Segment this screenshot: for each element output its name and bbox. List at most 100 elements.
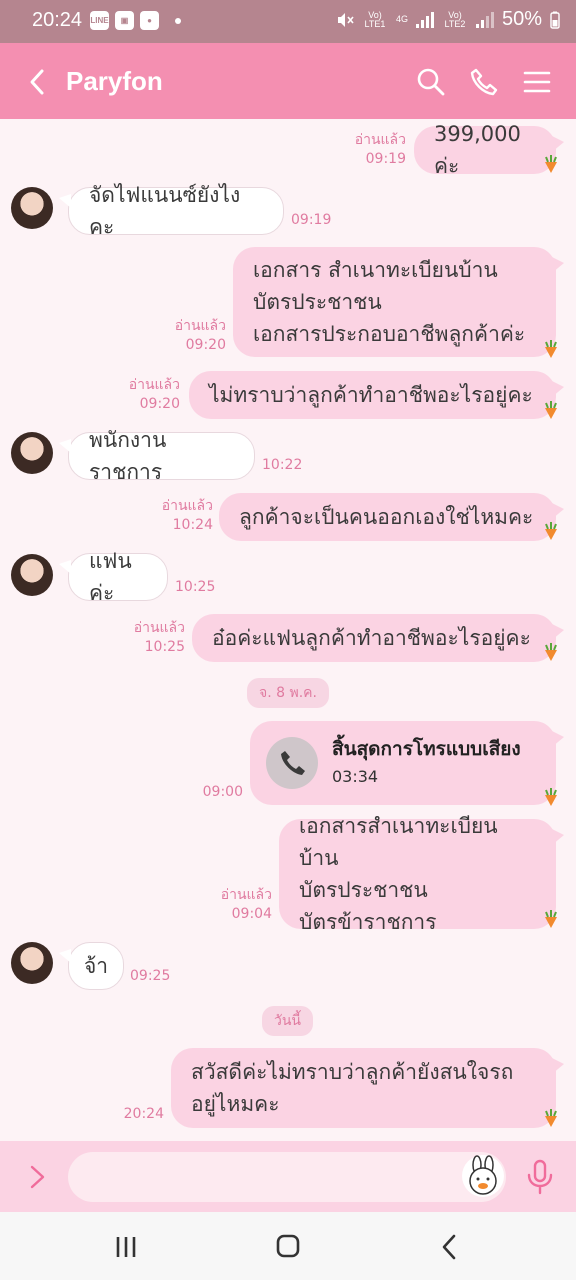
message-text: จัดไฟแนนซ์ยังไงคะ <box>89 183 241 239</box>
search-icon[interactable] <box>414 65 448 99</box>
message-bubble[interactable]: สวัสดีค่ะไม่ทราบว่าลูกค้ายังสนใจรถ อยู่ไ… <box>171 1048 564 1128</box>
message-text: พนักงานราชการ <box>89 428 167 484</box>
read-receipt: อ่านแล้ว <box>128 377 180 393</box>
carrot-icon <box>545 643 557 661</box>
expand-icon[interactable] <box>26 1161 50 1193</box>
message-time: 09:00 <box>202 784 243 800</box>
signal-2-icon <box>475 11 494 28</box>
system-nav-bar <box>0 1212 576 1280</box>
message-bubble[interactable]: อ๋อค่ะแฟนลูกค้าทำอาชีพอะไรอยู่คะ <box>192 614 564 662</box>
nav-back-icon[interactable] <box>430 1230 470 1264</box>
message-time: 20:24 <box>123 1106 164 1122</box>
message-text: ไม่ทราบว่าลูกค้าทำอาชีพอะไรอยู่คะ <box>209 383 533 407</box>
message-time: 09:19 <box>291 212 332 228</box>
message-meta: อ่านแล้ว 09:20 <box>136 317 226 355</box>
status-time: 20:24 <box>32 9 83 31</box>
message-bubble[interactable]: ลูกค้าจะเป็นคนออกเองใช่ไหมคะ <box>219 493 564 541</box>
microphone-icon[interactable] <box>524 1159 556 1195</box>
message-bubble[interactable]: ไม่ทราบว่าลูกค้าทำอาชีพอะไรอยู่คะ <box>189 371 564 419</box>
battery-icon <box>550 11 560 29</box>
message-time: 09:20 <box>185 337 226 353</box>
message-time: 10:25 <box>144 639 185 655</box>
carrot-icon <box>545 340 557 358</box>
message-time: 09:20 <box>139 396 180 412</box>
message-text-line: อยู่ไหมคะ <box>191 1092 280 1116</box>
message-bubble[interactable]: เอกสารสำเนาทะเบียนบ้าน บัตรประชาชน บัตรข… <box>279 814 564 934</box>
signal-1-icon <box>415 11 434 28</box>
message-text-line: บัตรประชาชน <box>253 290 382 314</box>
message-text-line: เอกสารสำเนาทะเบียนบ้าน <box>299 814 498 870</box>
date-divider: วันนี้ <box>262 1006 314 1036</box>
status-bar: 20:24 LINE ▣ ● Vo) LTE1 4G Vo) LTE2 50% <box>0 0 576 43</box>
message-bubble[interactable]: จัดไฟแนนซ์ยังไงคะ <box>59 183 284 239</box>
message-bubble[interactable]: จ้า <box>59 942 124 990</box>
message-meta: อ่านแล้ว 10:24 <box>123 497 213 535</box>
avatar[interactable] <box>11 554 53 596</box>
chat-header: Paryfon <box>0 43 576 119</box>
message-input-bar <box>0 1141 576 1212</box>
read-receipt: อ่านแล้ว <box>174 318 226 334</box>
message-time: 09:25 <box>130 968 171 984</box>
carrot-icon <box>545 155 557 173</box>
record-icon: ● <box>140 11 159 30</box>
message-text: อ๋อค่ะแฟนลูกค้าทำอาชีพอะไรอยู่คะ <box>212 626 531 650</box>
mute-icon <box>337 12 354 27</box>
message-input[interactable] <box>68 1152 506 1202</box>
message-meta: อ่านแล้ว 09:20 <box>90 376 180 414</box>
home-icon[interactable] <box>268 1230 308 1264</box>
carrot-icon <box>545 788 557 806</box>
message-text: 399,000 ค่ะ <box>434 122 521 178</box>
avatar[interactable] <box>11 942 53 984</box>
message-text: แฟนค่ะ <box>89 549 132 605</box>
message-text-line: บัตรประชาชน <box>299 878 428 902</box>
recents-icon[interactable] <box>106 1230 146 1264</box>
menu-icon[interactable] <box>520 65 554 99</box>
sticker-icon[interactable] <box>462 1155 504 1197</box>
avatar[interactable] <box>11 432 53 474</box>
back-icon[interactable] <box>24 65 54 99</box>
message-time: 09:19 <box>365 151 406 167</box>
message-meta: อ่านแล้ว 09:19 <box>316 131 406 169</box>
sim1-label: Vo) LTE1 <box>364 9 386 29</box>
message-time: 10:25 <box>175 579 216 595</box>
more-notifications-icon <box>175 18 181 24</box>
message-time: 09:04 <box>231 906 272 922</box>
message-text: จ้า <box>83 954 109 978</box>
carrot-icon <box>545 1109 557 1127</box>
message-meta: อ่านแล้ว 09:04 <box>182 886 272 924</box>
message-text-line: สวัสดีค่ะไม่ทราบว่าลูกค้ายังสนใจรถ <box>191 1060 514 1084</box>
message-text-line: บัตรข้าราชการ <box>299 910 437 934</box>
sim2-label: Vo) LTE2 <box>444 9 466 29</box>
call-bubble[interactable]: สิ้นสุดการโทรแบบเสียง 03:34 <box>250 721 564 805</box>
message-text: ลูกค้าจะเป็นคนออกเองใช่ไหมคะ <box>239 505 534 529</box>
date-divider: จ. 8 พ.ค. <box>247 678 329 708</box>
line-icon: LINE <box>90 11 109 30</box>
gallery-icon: ▣ <box>115 11 134 30</box>
network-type: 4G <box>395 14 408 24</box>
avatar[interactable] <box>11 187 53 229</box>
call-title: สิ้นสุดการโทรแบบเสียง <box>332 738 521 760</box>
chat-title[interactable]: Paryfon <box>66 66 163 97</box>
message-bubble[interactable]: พนักงานราชการ <box>59 428 255 484</box>
battery-percent: 50% <box>501 8 542 30</box>
carrot-icon <box>545 910 557 928</box>
read-receipt: อ่านแล้ว <box>133 620 185 636</box>
read-receipt: อ่านแล้ว <box>354 132 406 148</box>
message-bubble[interactable]: 399,000 ค่ะ <box>414 122 564 178</box>
carrot-icon <box>545 401 557 419</box>
message-text-line: เอกสารประกอบอาชีพลูกค้าค่ะ <box>253 322 526 346</box>
message-text-line: เอกสาร สำเนาทะเบียนบ้าน <box>253 258 498 282</box>
carrot-icon <box>545 522 557 540</box>
read-receipt: อ่านแล้ว <box>220 887 272 903</box>
call-duration: 03:34 <box>332 767 379 786</box>
message-bubble[interactable]: แฟนค่ะ <box>59 549 168 605</box>
chat-area[interactable]: อ่านแล้ว 09:19 399,000 ค่ะ จัดไฟแนนซ์ยัง… <box>0 119 576 1141</box>
phone-call-icon <box>281 751 305 775</box>
message-bubble[interactable]: เอกสาร สำเนาทะเบียนบ้าน บัตรประชาชน เอกส… <box>233 247 564 357</box>
call-avatar <box>266 737 318 789</box>
message-meta: อ่านแล้ว 10:25 <box>95 619 185 657</box>
phone-icon[interactable] <box>467 65 501 99</box>
message-time: 10:24 <box>172 517 213 533</box>
message-time: 10:22 <box>262 457 303 473</box>
read-receipt: อ่านแล้ว <box>161 498 213 514</box>
